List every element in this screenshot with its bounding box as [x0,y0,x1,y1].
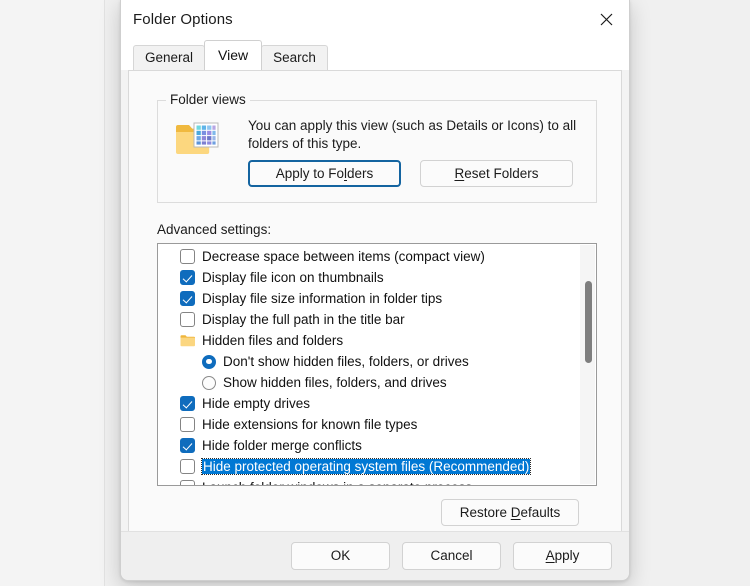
list-item-label: Hide protected operating system files (R… [202,459,530,474]
tab-general[interactable]: General [133,45,205,70]
folder-views-legend: Folder views [166,92,250,107]
window-title: Folder Options [133,11,233,28]
scrollbar-thumb[interactable] [585,281,592,363]
list-item-radio[interactable]: Don't show hidden files, folders, or dri… [158,351,576,372]
restore-defaults-wrap: Restore Defaults [441,499,579,526]
list-item[interactable]: Hide folder merge conflicts [158,435,576,456]
checkbox-icon[interactable] [180,438,195,453]
checkbox-icon[interactable] [180,270,195,285]
list-item[interactable]: Launch folder windows in a separate proc… [158,477,576,486]
checkbox-icon[interactable] [180,291,195,306]
tab-strip: General View Search [121,39,629,70]
list-item-group-header[interactable]: Hidden files and folders [158,330,576,351]
list-item-radio[interactable]: Show hidden files, folders, and drives [158,372,576,393]
checkbox-icon[interactable] [180,249,195,264]
radio-icon[interactable] [202,376,216,390]
view-tab-panel: Folder views [128,70,622,531]
apply-to-folders-button[interactable]: Apply to Folders [248,160,401,187]
tab-search[interactable]: Search [261,45,328,70]
checkbox-icon[interactable] [180,312,195,327]
list-item[interactable]: Display file size information in folder … [158,288,576,309]
apply-button[interactable]: Apply [513,542,612,570]
checkbox-icon[interactable] [180,480,195,486]
title-bar: Folder Options [121,0,629,39]
radio-icon[interactable] [202,355,216,369]
checkbox-icon[interactable] [180,417,195,432]
ok-button[interactable]: OK [291,542,390,570]
checkbox-icon[interactable] [180,396,195,411]
list-item[interactable]: Decrease space between items (compact vi… [158,246,576,267]
folder-views-buttons: Apply to Folders Reset Folders [248,160,573,187]
list-item-label: Don't show hidden files, folders, or dri… [223,354,469,369]
folder-view-icon [174,121,220,159]
list-item-label: Display the full path in the title bar [202,312,405,327]
folder-options-dialog: Folder Options General View Search Folde… [120,0,630,581]
dialog-footer: OK Cancel Apply [121,531,629,580]
list-item-label: Hidden files and folders [202,333,343,348]
list-item-label: Display file icon on thumbnails [202,270,384,285]
cancel-button[interactable]: Cancel [402,542,501,570]
backdrop-right-panel [634,0,750,586]
list-item[interactable]: Hide extensions for known file types [158,414,576,435]
list-item[interactable]: Hide empty drives [158,393,576,414]
advanced-settings-rows: Decrease space between items (compact vi… [158,246,576,486]
advanced-settings-label: Advanced settings: [157,222,271,237]
backdrop-left-panel [0,0,105,586]
list-item[interactable]: Display file icon on thumbnails [158,267,576,288]
list-item-label: Hide extensions for known file types [202,417,417,432]
list-item[interactable]: Display the full path in the title bar [158,309,576,330]
tab-view[interactable]: View [204,40,262,70]
list-item-label: Display file size information in folder … [202,291,442,306]
folder-views-description: You can apply this view (such as Details… [248,117,578,153]
advanced-settings-list[interactable]: Decrease space between items (compact vi… [157,243,597,486]
list-item-label: Hide empty drives [202,396,310,411]
restore-defaults-button[interactable]: Restore Defaults [441,499,579,526]
list-scrollbar[interactable] [580,245,595,484]
folder-views-group: Folder views [157,100,597,203]
list-item-label: Launch folder windows in a separate proc… [202,480,472,486]
reset-folders-button[interactable]: Reset Folders [420,160,573,187]
list-item-selected[interactable]: Hide protected operating system files (R… [158,456,576,477]
list-item-label: Show hidden files, folders, and drives [223,375,447,390]
list-item-label: Decrease space between items (compact vi… [202,249,485,264]
folder-icon [180,334,195,347]
list-item-label: Hide folder merge conflicts [202,438,362,453]
close-icon[interactable] [583,0,629,39]
checkbox-icon[interactable] [180,459,195,474]
